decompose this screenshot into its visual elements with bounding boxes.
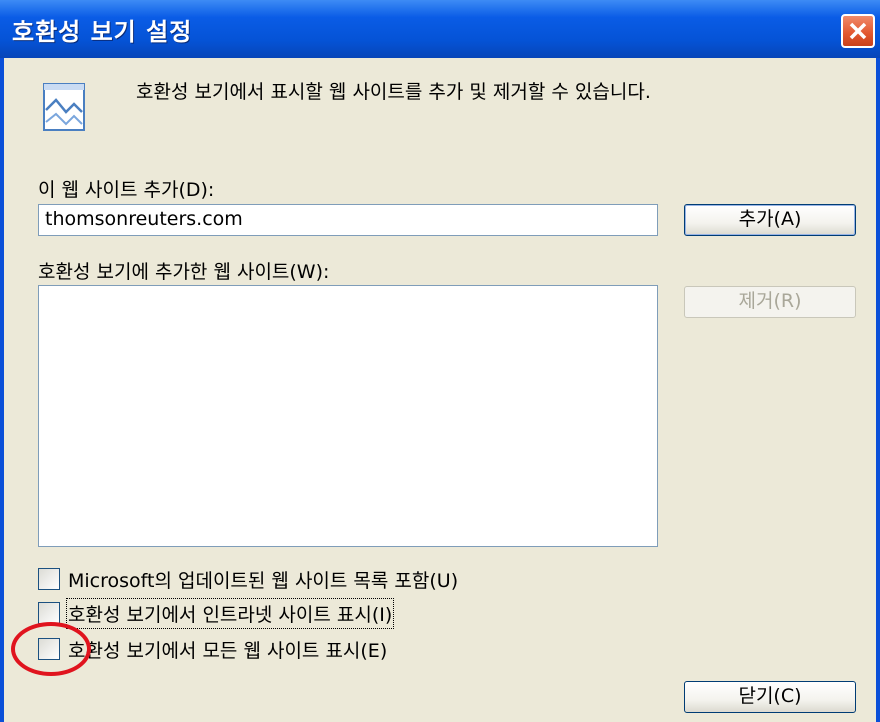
option-label: 호환성 보기에서 인트라넷 사이트 표시(I) bbox=[65, 597, 395, 629]
add-site-label: 이 웹 사이트 추가(D): bbox=[38, 179, 215, 201]
web-page-image-icon bbox=[43, 83, 85, 131]
checkbox[interactable] bbox=[38, 602, 60, 624]
remove-button[interactable]: 제거(R) bbox=[684, 286, 856, 318]
checkbox[interactable] bbox=[38, 568, 60, 590]
option-intranet-sites[interactable]: 호환성 보기에서 인트라넷 사이트 표시(I) bbox=[38, 597, 395, 629]
close-window-button[interactable] bbox=[841, 14, 875, 48]
option-label: 호환성 보기에서 모든 웹 사이트 표시(E) bbox=[68, 639, 388, 662]
highlight-circle bbox=[11, 622, 91, 676]
add-site-input[interactable]: thomsonreuters.com bbox=[38, 204, 658, 236]
option-include-ms-list[interactable]: Microsoft의 업데이트된 웹 사이트 목록 포함(U) bbox=[38, 566, 458, 592]
window-title: 호환성 보기 설정 bbox=[12, 18, 193, 46]
add-button[interactable]: 추가(A) bbox=[684, 204, 856, 236]
description-text: 호환성 보기에서 표시할 웹 사이트를 추가 및 제거할 수 있습니다. bbox=[136, 81, 651, 103]
sites-list[interactable] bbox=[38, 285, 658, 547]
compat-view-dialog: 호환성 보기 설정 호환성 보기에서 표시할 웹 사이트를 추가 및 제거할 수… bbox=[0, 0, 880, 722]
option-label: Microsoft의 업데이트된 웹 사이트 목록 포함(U) bbox=[68, 569, 459, 592]
close-icon bbox=[849, 22, 867, 40]
title-bar[interactable]: 호환성 보기 설정 bbox=[0, 0, 880, 58]
close-button[interactable]: 닫기(C) bbox=[684, 681, 856, 713]
sites-list-label: 호환성 보기에 추가한 웹 사이트(W): bbox=[38, 261, 330, 283]
